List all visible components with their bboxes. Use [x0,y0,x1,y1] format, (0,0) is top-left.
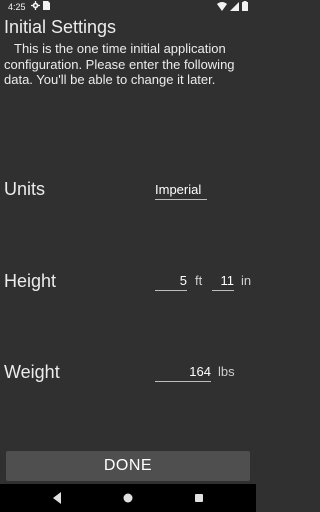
units-select[interactable]: Imperial [155,182,207,200]
sim-card-icon [43,1,50,10]
status-right-icons [217,1,248,11]
home-icon[interactable] [122,491,134,505]
height-feet-unit: ft [195,273,203,288]
weight-input[interactable]: 164 [155,364,211,382]
navigation-bar [0,484,256,512]
intro-text: This is the one time initial application… [4,41,235,87]
weight-unit: lbs [218,364,235,379]
settings-gear-icon [31,1,40,10]
height-inches-unit: in [241,273,252,288]
status-bar: 4:25 [0,0,256,14]
done-button[interactable]: DONE [6,451,250,481]
battery-icon [242,1,248,11]
height-inches-input[interactable]: 11 [212,273,234,291]
signal-icon [230,1,239,11]
wifi-icon [217,1,227,11]
status-left-icons [31,1,50,10]
height-label: Height [4,271,57,291]
status-time: 4:25 [8,2,26,12]
units-label: Units [4,179,46,199]
weight-label: Weight [4,362,60,382]
recents-icon[interactable] [193,491,205,505]
height-feet-input[interactable]: 5 [155,273,187,291]
page-title: Initial Settings [4,17,117,37]
back-icon[interactable] [51,491,63,505]
